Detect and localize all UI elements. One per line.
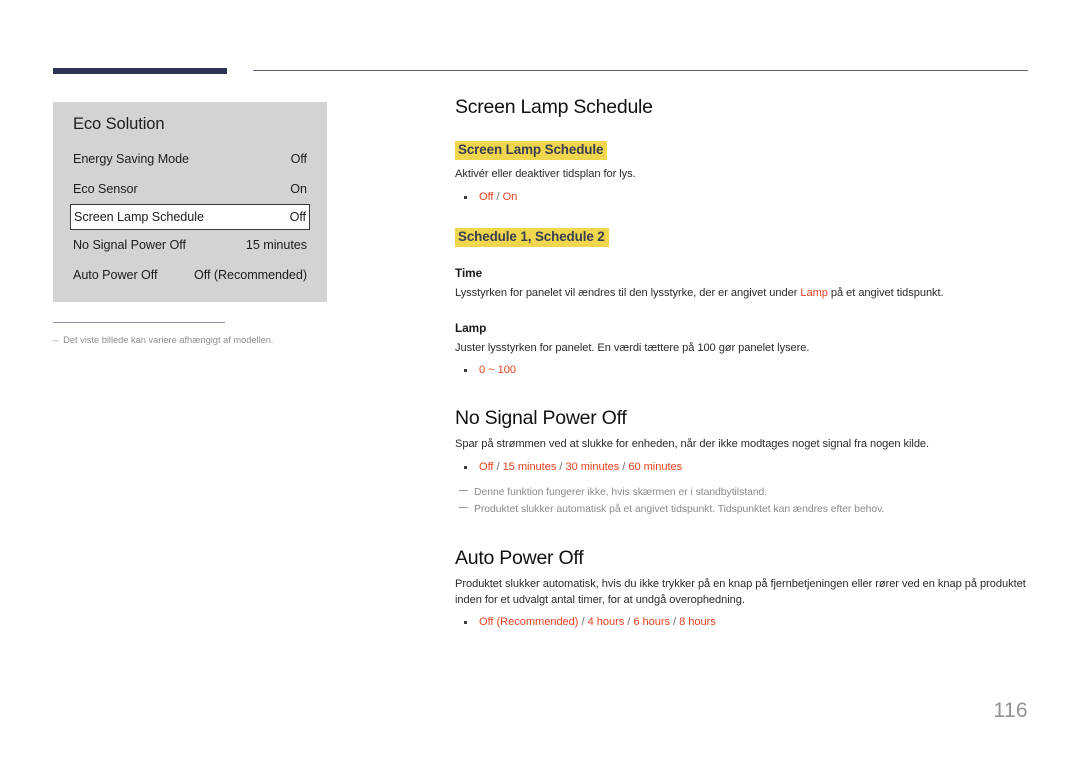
option-separator: /	[669, 616, 680, 629]
option-value-range: 0 ~ 100	[479, 364, 516, 377]
footnote-row: – Det viste billede kan variere afhængig…	[53, 334, 343, 347]
osd-row-label: Energy Saving Mode	[73, 152, 190, 166]
osd-row-eco-sensor[interactable]: Eco Sensor On	[73, 174, 307, 204]
option-list-lamp: 0 ~ 100	[455, 362, 1028, 379]
option-separator: /	[578, 616, 588, 629]
note-standby: Denne funktion fungerer ikke, hvis skærm…	[455, 485, 1028, 502]
note-scheduled-shutdown: Produktet slukker automatisk på et angiv…	[455, 502, 1028, 519]
footnote-dash: –	[53, 335, 59, 345]
option-value-on: On	[502, 191, 518, 204]
option-value-60-minutes: 60 minutes	[628, 461, 683, 474]
osd-row-label: No Signal Power Off	[73, 238, 186, 252]
sub-heading-lamp: Lamp	[455, 320, 487, 335]
sub-heading-time: Time	[455, 265, 483, 280]
highlight-heading-schedules: Schedule 1, Schedule 2	[455, 227, 609, 247]
osd-row-value: Off	[290, 152, 307, 166]
option-value-off: Off	[479, 191, 494, 204]
osd-row-value: 15 minutes	[245, 238, 307, 252]
osd-row-energy-saving-mode[interactable]: Energy Saving Mode Off	[73, 144, 307, 174]
section-title-screen-lamp-schedule: Screen Lamp Schedule	[455, 96, 653, 118]
option-value-6-hours: 6 hours	[633, 616, 670, 629]
section-title-no-signal-power-off: No Signal Power Off	[455, 407, 627, 430]
osd-menu-panel: Eco Solution Energy Saving Mode Off Eco …	[53, 102, 327, 302]
note-list-no-signal-power-off: Denne funktion fungerer ikke, hvis skærm…	[455, 485, 1028, 519]
description-time-accent: Lamp	[800, 286, 828, 299]
section-title-auto-power-off: Auto Power Off	[455, 546, 584, 569]
osd-row-label: Auto Power Off	[73, 268, 158, 282]
header-accent-bar	[53, 68, 227, 74]
description-time-post: på et angivet tidspunkt.	[827, 286, 944, 299]
option-separator: /	[493, 461, 503, 474]
option-value-8-hours: 8 hours	[679, 616, 716, 629]
option-separator: /	[624, 616, 634, 629]
page-number: 116	[993, 699, 1028, 722]
highlight-heading-screen-lamp-schedule: Screen Lamp Schedule	[455, 141, 608, 161]
manual-page: Eco Solution Energy Saving Mode Off Eco …	[0, 0, 1080, 763]
osd-row-no-signal-power-off[interactable]: No Signal Power Off 15 minutes	[73, 230, 307, 260]
osd-row-value: Off	[289, 210, 306, 224]
osd-row-label: Screen Lamp Schedule	[74, 210, 204, 224]
option-value-15-minutes: 15 minutes	[502, 461, 557, 474]
option-separator: /	[493, 191, 503, 204]
description-screen-lamp-schedule: Aktivér eller deaktiver tidsplan for lys…	[455, 168, 636, 181]
option-separator: /	[619, 461, 629, 474]
description-time-pre: Lysstyrken for panelet vil ændres til de…	[455, 286, 801, 299]
option-item: Off / On	[455, 189, 1028, 206]
osd-row-screen-lamp-schedule[interactable]: Screen Lamp Schedule Off	[70, 204, 310, 230]
option-value-off-recommended: Off (Recommended)	[479, 616, 579, 629]
option-item: Off / 15 minutes / 30 minutes / 60 minut…	[455, 459, 1028, 476]
osd-row-value: On	[290, 182, 307, 196]
osd-row-list: Energy Saving Mode Off Eco Sensor On Scr…	[53, 144, 327, 290]
option-item: 0 ~ 100	[455, 362, 1028, 379]
description-auto-power-off: Produktet slukker automatisk, hvis du ik…	[455, 577, 1026, 606]
option-value-4-hours: 4 hours	[587, 616, 625, 629]
description-lamp: Juster lysstyrken for panelet. En værdi …	[455, 341, 810, 354]
option-list-no-signal-power-off: Off / 15 minutes / 30 minutes / 60 minut…	[455, 459, 1028, 476]
description-no-signal-power-off: Spar på strømmen ved at slukke for enhed…	[455, 438, 930, 451]
footnote-divider	[53, 322, 225, 323]
footnote-text: Det viste billede kan variere afhængigt …	[63, 335, 274, 345]
option-list-screen-lamp-schedule: Off / On	[455, 189, 1028, 206]
header-rules	[53, 66, 1028, 78]
osd-row-auto-power-off[interactable]: Auto Power Off Off (Recommended)	[73, 260, 307, 290]
option-value-30-minutes: 30 minutes	[565, 461, 620, 474]
content-column: Screen Lamp Schedule Screen Lamp Schedul…	[455, 96, 1028, 631]
osd-row-label: Eco Sensor	[73, 182, 138, 196]
osd-row-value: Off (Recommended)	[193, 268, 307, 282]
option-list-auto-power-off: Off (Recommended) / 4 hours / 6 hours / …	[455, 614, 1028, 631]
panel-footnote: – Det viste billede kan variere afhængig…	[53, 322, 343, 347]
header-thin-rule	[253, 70, 1028, 71]
option-item: Off (Recommended) / 4 hours / 6 hours / …	[455, 614, 1028, 631]
option-value-off: Off	[479, 461, 494, 474]
osd-title: Eco Solution	[73, 115, 165, 133]
description-time: Lysstyrken for panelet vil ændres til de…	[455, 286, 1028, 302]
